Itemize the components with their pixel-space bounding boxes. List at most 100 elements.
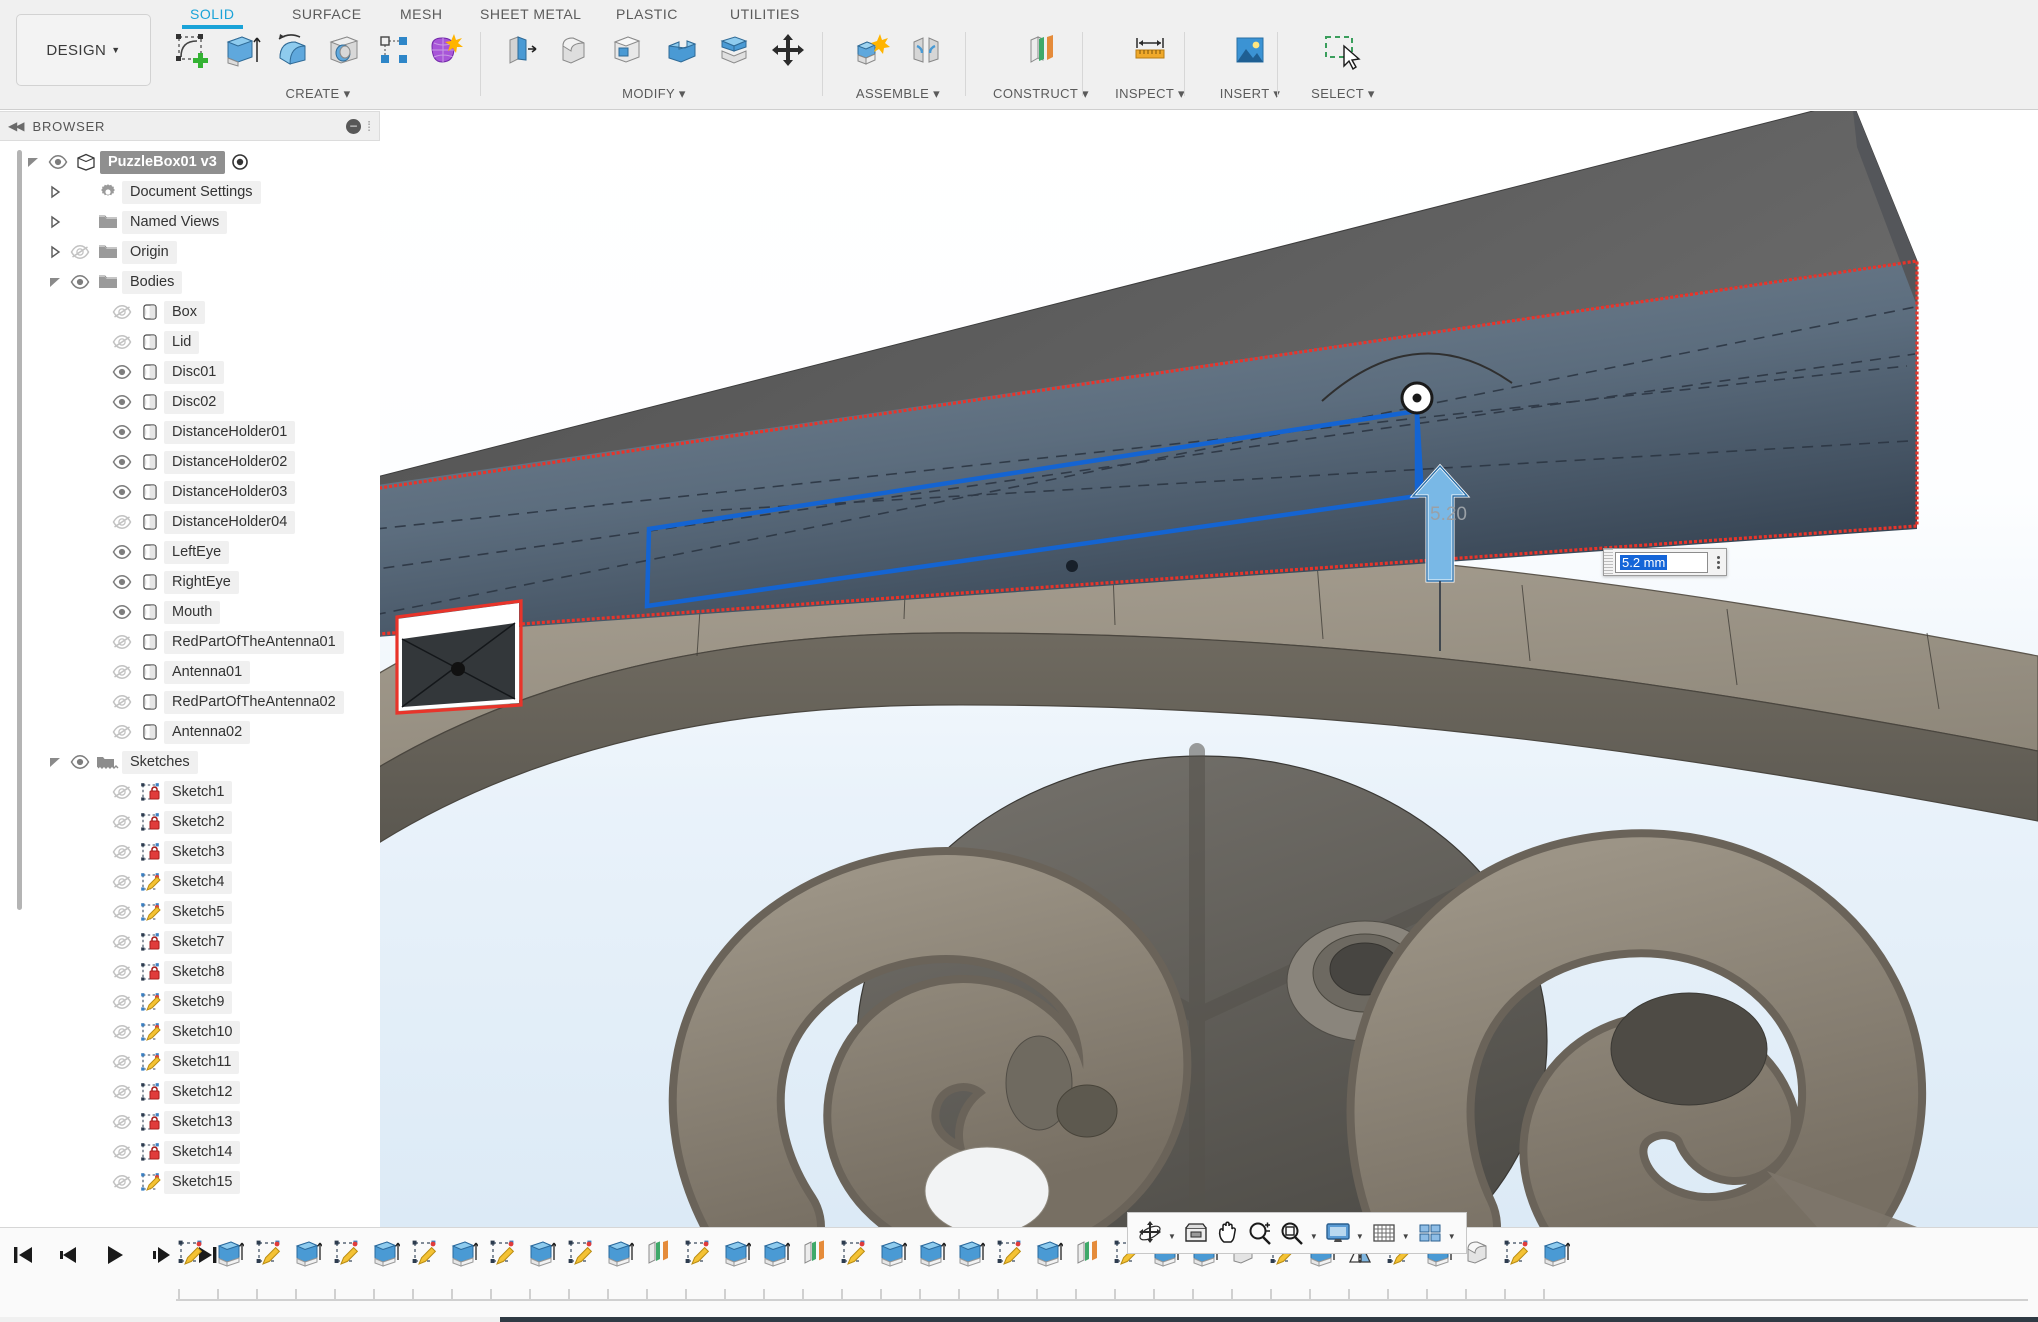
timeline-feature-sketch[interactable] [833,1236,872,1284]
browser-node-mouth[interactable]: Mouth [0,597,380,627]
visibility-eye-off-icon[interactable] [108,1142,136,1162]
browser-node-document-settings[interactable]: Document Settings [0,177,380,207]
expand-arrow-icon[interactable] [44,275,66,289]
expand-arrow-icon[interactable] [22,155,44,169]
timeline-feature-sketch[interactable] [404,1236,443,1284]
timeline-feature-sketch[interactable] [482,1236,521,1284]
visibility-eye-off-icon[interactable] [66,242,94,262]
fillet-icon[interactable] [549,26,600,80]
offset-plane-icon[interactable] [1015,26,1067,80]
visibility-eye-off-icon[interactable] [108,662,136,682]
move-copy-icon[interactable] [763,26,814,80]
ribbon-group-inspect-label[interactable]: INSPECT ▾ [1094,86,1206,102]
browser-node-sketch3[interactable]: Sketch3 [0,837,380,867]
collapse-left-icon[interactable]: ◀◀ [8,119,22,133]
timeline-track[interactable] [176,1289,2028,1301]
timeline-feature-extrude[interactable] [755,1236,794,1284]
ribbon-group-create-label[interactable]: CREATE ▾ [168,86,468,102]
browser-node-puzzlebox01-v3[interactable]: PuzzleBox01 v3 [0,147,380,177]
timeline-feature-sketch[interactable] [560,1236,599,1284]
ribbon-tab-surface[interactable]: SURFACE [292,6,362,22]
browser-node-sketch7[interactable]: Sketch7 [0,927,380,957]
timeline-feature-extrude[interactable] [950,1236,989,1284]
browser-node-bodies[interactable]: Bodies [0,267,380,297]
dimension-input-field[interactable]: 5.2 mm [1615,552,1708,573]
visibility-eye-off-icon[interactable] [108,1172,136,1192]
browser-node-sketch14[interactable]: Sketch14 [0,1137,380,1167]
browser-node-righteye[interactable]: RightEye [0,567,380,597]
ribbon-tab-solid[interactable]: SOLID [190,6,235,22]
window-selection-icon[interactable] [1317,26,1369,80]
ribbon-group-modify-label[interactable]: MODIFY ▾ [495,86,813,102]
browser-node-origin[interactable]: Origin [0,237,380,267]
timeline-feature-sketch[interactable] [170,1236,209,1284]
ribbon-tab-plastic[interactable]: PLASTIC [616,6,678,22]
chevron-down-icon[interactable]: ▼ [1168,1232,1176,1241]
expand-arrow-icon[interactable] [44,245,66,259]
dimension-input[interactable]: 5.2 mm [1603,548,1727,576]
look-at-icon[interactable] [1181,1217,1211,1249]
visibility-eye-off-icon[interactable] [108,902,136,922]
shell-icon[interactable] [602,26,653,80]
visibility-eye-off-icon[interactable] [108,992,136,1012]
visibility-eye-icon[interactable] [108,422,136,442]
extrude-icon[interactable] [219,26,267,80]
timeline-feature-plane[interactable] [1067,1236,1106,1284]
ribbon-group-select-label[interactable]: SELECT ▾ [1288,86,1398,102]
visibility-eye-off-icon[interactable] [108,842,136,862]
timeline-feature-extrude[interactable] [1028,1236,1067,1284]
ribbon-group-assemble-label[interactable]: ASSEMBLE ▾ [838,86,958,102]
expand-arrow-icon[interactable] [44,215,66,229]
panel-resize-grip[interactable]: ⁞ [367,118,371,134]
offset-face-icon[interactable] [709,26,760,80]
press-pull-icon[interactable] [495,26,546,80]
visibility-eye-icon[interactable] [108,452,136,472]
timeline-feature-extrude[interactable] [1535,1236,1574,1284]
browser-node-sketches[interactable]: Sketches [0,747,380,777]
timeline-feature-extrude[interactable] [872,1236,911,1284]
visibility-eye-off-icon[interactable] [108,692,136,712]
browser-node-box[interactable]: Box [0,297,380,327]
visibility-eye-off-icon[interactable] [108,1022,136,1042]
timeline-feature-sketch[interactable] [326,1236,365,1284]
chevron-down-icon[interactable]: ▼ [1356,1232,1364,1241]
browser-node-named-views[interactable]: Named Views [0,207,380,237]
insert-image-icon[interactable] [1224,26,1276,80]
play-icon[interactable] [102,1242,128,1273]
ribbon-tab-utilities[interactable]: UTILITIES [730,6,800,22]
browser-node-distanceholder04[interactable]: DistanceHolder04 [0,507,380,537]
ribbon-group-construct-label[interactable]: CONSTRUCT ▾ [978,86,1104,102]
visibility-eye-off-icon[interactable] [108,1052,136,1072]
timeline-feature-plane[interactable] [638,1236,677,1284]
browser-node-redpartoftheantenna02[interactable]: RedPartOfTheAntenna02 [0,687,380,717]
visibility-eye-icon[interactable] [108,392,136,412]
visibility-eye-off-icon[interactable] [108,512,136,532]
visibility-eye-off-icon[interactable] [108,1112,136,1132]
browser-tree[interactable]: PuzzleBox01 v3Document SettingsNamed Vie… [0,142,380,1227]
visibility-eye-off-icon[interactable] [108,632,136,652]
activate-component-icon[interactable] [231,153,249,171]
timeline-feature-extrude[interactable] [443,1236,482,1284]
browser-node-redpartoftheantenna01[interactable]: RedPartOfTheAntenna01 [0,627,380,657]
visibility-eye-off-icon[interactable] [108,962,136,982]
grid-snap-icon[interactable] [1369,1217,1399,1249]
new-sketch-icon[interactable] [168,26,216,80]
timeline-feature-extrude[interactable] [209,1236,248,1284]
timeline-feature-extrude[interactable] [521,1236,560,1284]
visibility-eye-off-icon[interactable] [108,872,136,892]
browser-node-sketch9[interactable]: Sketch9 [0,987,380,1017]
browser-node-sketch1[interactable]: Sketch1 [0,777,380,807]
viewports-icon[interactable] [1415,1217,1445,1249]
visibility-eye-off-icon[interactable] [108,1082,136,1102]
browser-node-sketch5[interactable]: Sketch5 [0,897,380,927]
visibility-eye-icon[interactable] [66,272,94,292]
revolve-icon[interactable] [269,26,317,80]
dimension-options-icon[interactable] [1710,556,1726,569]
visibility-eye-icon[interactable] [108,362,136,382]
browser-node-sketch2[interactable]: Sketch2 [0,807,380,837]
new-component-icon[interactable] [845,26,897,80]
visibility-eye-icon[interactable] [108,542,136,562]
browser-node-lid[interactable]: Lid [0,327,380,357]
timeline-feature-extrude[interactable] [365,1236,404,1284]
timeline-feature-extrude[interactable] [287,1236,326,1284]
